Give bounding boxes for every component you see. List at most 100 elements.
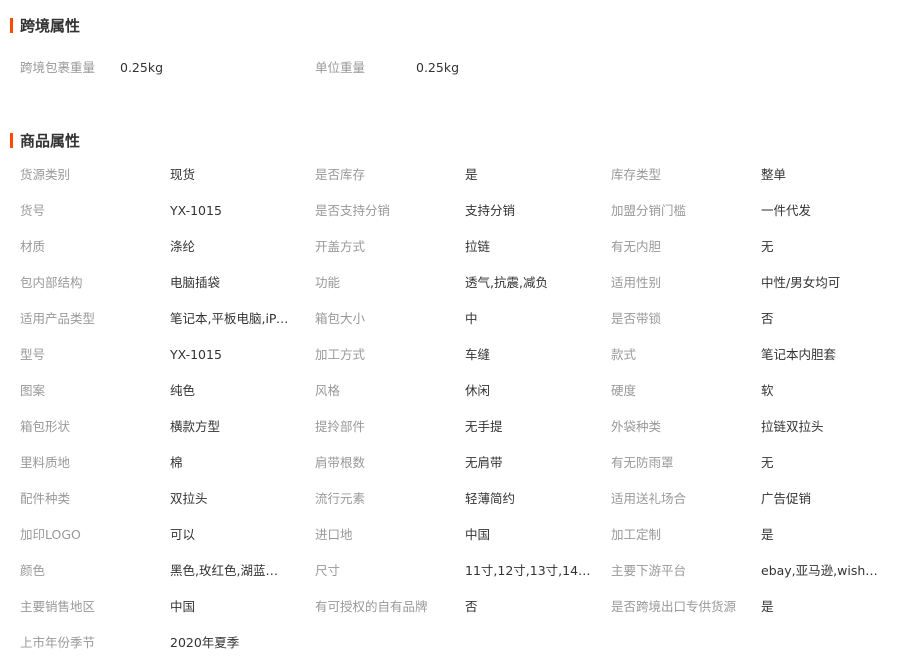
attribute-row: 适用产品类型 笔记本,平板电脑,iPad 箱包大小 中 是否带锁 否 [0, 309, 922, 329]
attribute-row: 配件种类 双拉头 流行元素 轻薄简约 适用送礼场合 广告促销 [0, 489, 922, 509]
attribute-label: 加盟分销门槛 [611, 203, 687, 218]
attribute-value: 棉 [170, 455, 183, 470]
attribute-value: 纯色 [170, 383, 196, 398]
attribute-label: 开盖方式 [315, 239, 366, 254]
attribute-value: 2020年夏季 [170, 635, 240, 650]
section-title-text: 商品属性 [20, 131, 81, 150]
attribute-label: 硬度 [611, 383, 637, 398]
attribute-label: 跨境包裹重量 [20, 60, 96, 75]
attribute-label: 有无内胆 [611, 239, 662, 254]
section-accent-bar [10, 132, 13, 148]
attribute-row: 货源类别 现货 是否库存 是 库存类型 整单 [0, 165, 922, 185]
attribute-value: ebay,亚马逊,wish,速... [761, 563, 881, 578]
attribute-row: 上市年份季节 2020年夏季 [0, 633, 922, 653]
attribute-value: 0.25kg [416, 60, 460, 75]
section-accent-bar [10, 17, 13, 33]
attribute-label: 是否库存 [315, 167, 366, 182]
attribute-row: 型号 YX-1015 加工方式 车缝 款式 笔记本内胆套 [0, 345, 922, 365]
attribute-value: 软 [761, 383, 774, 398]
attribute-value: 整单 [761, 167, 787, 182]
attribute-value: 透气,抗震,减负 [465, 275, 548, 290]
attribute-label: 主要销售地区 [20, 599, 96, 614]
attribute-value: 无手提 [465, 419, 503, 434]
attribute-label: 型号 [20, 347, 46, 362]
attribute-value: 否 [761, 311, 774, 326]
attribute-row: 加印LOGO 可以 进口地 中国 加工定制 是 [0, 525, 922, 545]
attribute-label: 功能 [315, 275, 341, 290]
attribute-value: 广告促销 [761, 491, 812, 506]
attribute-value: 可以 [170, 527, 196, 542]
attribute-value: 黑色,玫红色,湖蓝色,... [170, 563, 290, 578]
attribute-value: 拉链双拉头 [761, 419, 824, 434]
attribute-label: 款式 [611, 347, 637, 362]
attribute-value: 双拉头 [170, 491, 208, 506]
attribute-value: 支持分销 [465, 203, 516, 218]
attribute-value: YX-1015 [170, 347, 222, 362]
attribute-value: 涤纶 [170, 239, 196, 254]
attribute-label: 是否支持分销 [315, 203, 391, 218]
attribute-label: 是否带锁 [611, 311, 662, 326]
attribute-label: 适用送礼场合 [611, 491, 687, 506]
cross-border-section-title: 跨境属性 [10, 16, 81, 35]
attribute-value: 现货 [170, 167, 196, 182]
attribute-label: 有无防雨罩 [611, 455, 674, 470]
attribute-row: 里料质地 棉 肩带根数 无肩带 有无防雨罩 无 [0, 453, 922, 473]
attribute-value: 是 [465, 167, 478, 182]
attribute-row: 材质 涤纶 开盖方式 拉链 有无内胆 无 [0, 237, 922, 257]
attribute-value: 笔记本内胆套 [761, 347, 837, 362]
attribute-row: 主要销售地区 中国 有可授权的自有品牌 否 是否跨境出口专供货源 是 [0, 597, 922, 617]
attribute-value: 无 [761, 455, 774, 470]
attribute-label: 主要下游平台 [611, 563, 687, 578]
attribute-label: 货号 [20, 203, 46, 218]
attribute-row: 货号 YX-1015 是否支持分销 支持分销 加盟分销门槛 一件代发 [0, 201, 922, 221]
attribute-value: 休闲 [465, 383, 491, 398]
attribute-label: 加工定制 [611, 527, 662, 542]
attribute-value: 拉链 [465, 239, 491, 254]
attribute-label: 里料质地 [20, 455, 71, 470]
attribute-label: 配件种类 [20, 491, 71, 506]
attribute-value: 否 [465, 599, 478, 614]
attribute-value: YX-1015 [170, 203, 222, 218]
attribute-value: 车缝 [465, 347, 491, 362]
attribute-value: 无 [761, 239, 774, 254]
attribute-label: 适用性别 [611, 275, 662, 290]
attribute-value: 横款方型 [170, 419, 221, 434]
attribute-label: 箱包大小 [315, 311, 366, 326]
attribute-value: 11寸,12寸,13寸,14寸,... [465, 563, 593, 578]
attribute-label: 加印LOGO [20, 527, 81, 542]
attribute-label: 单位重量 [315, 60, 366, 75]
attribute-label: 外袋种类 [611, 419, 662, 434]
attribute-label: 包内部结构 [20, 275, 83, 290]
attribute-label: 货源类别 [20, 167, 71, 182]
attribute-label: 进口地 [315, 527, 353, 542]
attribute-value: 一件代发 [761, 203, 812, 218]
attribute-label: 尺寸 [315, 563, 341, 578]
attribute-row: 包内部结构 电脑插袋 功能 透气,抗震,减负 适用性别 中性/男女均可 [0, 273, 922, 293]
attribute-label: 材质 [20, 239, 46, 254]
attribute-value: 无肩带 [465, 455, 503, 470]
attribute-label: 库存类型 [611, 167, 662, 182]
attribute-label: 上市年份季节 [20, 635, 96, 650]
attribute-label: 有可授权的自有品牌 [315, 599, 428, 614]
attribute-value: 中国 [170, 599, 196, 614]
attribute-row: 跨境包裹重量 0.25kg 单位重量 0.25kg [0, 58, 922, 78]
attribute-label: 风格 [315, 383, 341, 398]
attribute-value: 轻薄简约 [465, 491, 516, 506]
attribute-value: 笔记本,平板电脑,iPad [170, 311, 290, 326]
attribute-label: 提拎部件 [315, 419, 366, 434]
attribute-label: 图案 [20, 383, 46, 398]
attribute-label: 适用产品类型 [20, 311, 96, 326]
attribute-label: 流行元素 [315, 491, 366, 506]
section-title-text: 跨境属性 [20, 16, 81, 35]
attribute-row: 图案 纯色 风格 休闲 硬度 软 [0, 381, 922, 401]
attribute-value: 是 [761, 599, 774, 614]
product-section-title: 商品属性 [10, 131, 81, 150]
attribute-row: 箱包形状 横款方型 提拎部件 无手提 外袋种类 拉链双拉头 [0, 417, 922, 437]
attribute-value: 是 [761, 527, 774, 542]
attribute-row: 颜色 黑色,玫红色,湖蓝色,... 尺寸 11寸,12寸,13寸,14寸,... 主要下… [0, 561, 922, 581]
attribute-label: 是否跨境出口专供货源 [611, 599, 737, 614]
attribute-value: 中国 [465, 527, 491, 542]
attribute-value: 中 [465, 311, 478, 326]
attribute-label: 箱包形状 [20, 419, 71, 434]
attribute-label: 加工方式 [315, 347, 366, 362]
